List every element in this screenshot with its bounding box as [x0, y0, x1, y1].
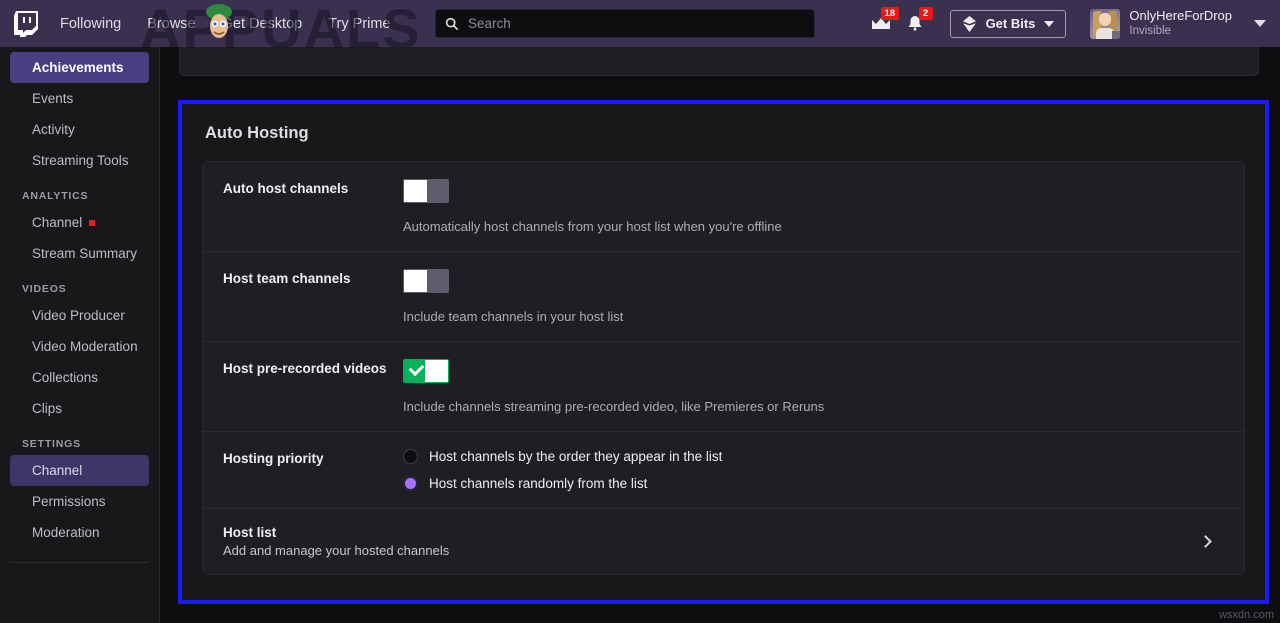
- checkmark-icon: [408, 360, 425, 377]
- user-menu[interactable]: OnlyHereForDrop Invisible: [1090, 8, 1232, 39]
- sidebar-item-label: Moderation: [32, 525, 100, 540]
- auto-hosting-settings-card: Auto host channels Automatically host ch…: [202, 161, 1245, 575]
- auto-host-channels-toggle[interactable]: [403, 179, 449, 203]
- sidebar-item-label: Channel: [32, 463, 83, 478]
- sidebar-item-analytics-channel[interactable]: Channel: [10, 207, 149, 238]
- avatar: [1090, 8, 1121, 39]
- toggle-knob: [404, 270, 427, 292]
- top-navigation-bar: Following Browse Get Desktop Try Prime •…: [0, 0, 1280, 60]
- setting-label: Host team channels: [223, 271, 351, 286]
- bits-diamond-icon: [962, 15, 976, 32]
- radio-button-selected-icon: [403, 476, 418, 491]
- setting-row-auto-host-channels: Auto host channels Automatically host ch…: [203, 162, 1244, 252]
- watermark-bottom-right: wsxdn.com: [1218, 609, 1274, 621]
- sidebar-item-stream-summary[interactable]: Stream Summary: [10, 238, 149, 269]
- sidebar-item-events[interactable]: Events: [10, 83, 149, 114]
- setting-row-host-pre-recorded-videos: Host pre-recorded videos Include channel…: [203, 342, 1244, 432]
- sidebar-item-permissions[interactable]: Permissions: [10, 486, 149, 517]
- setting-description: Automatically host channels from your ho…: [403, 219, 782, 234]
- radio-option-random[interactable]: Host channels randomly from the list: [403, 476, 1224, 491]
- radio-button-icon: [403, 449, 418, 464]
- sidebar-item-moderation[interactable]: Moderation: [10, 517, 149, 548]
- sidebar-item-activity[interactable]: Activity: [10, 114, 149, 145]
- user-status-label: Invisible: [1129, 25, 1171, 38]
- host-pre-recorded-videos-toggle[interactable]: [403, 359, 449, 383]
- sidebar-item-label: Stream Summary: [32, 246, 138, 261]
- sidebar-item-clips[interactable]: Clips: [10, 393, 149, 424]
- sidebar-item-video-moderation[interactable]: Video Moderation: [10, 331, 149, 362]
- setting-label: Host pre-recorded videos: [223, 361, 387, 376]
- new-indicator-dot-icon: [89, 219, 96, 226]
- sidebar-item-video-producer[interactable]: Video Producer: [10, 300, 149, 331]
- prime-loot-button[interactable]: 18: [864, 6, 899, 41]
- setting-description: Include channels streaming pre-recorded …: [403, 399, 825, 414]
- setting-row-host-team-channels: Host team channels Include team channels…: [203, 252, 1244, 342]
- status-indicator: [1112, 30, 1121, 39]
- primary-nav: Following Browse Get Desktop Try Prime •…: [60, 14, 463, 33]
- sidebar-heading-settings: SETTINGS: [22, 438, 81, 450]
- setting-label: Hosting priority: [223, 451, 324, 466]
- host-team-channels-toggle[interactable]: [403, 269, 449, 293]
- main-content: Auto Hosting Auto host channels Automati…: [161, 47, 1280, 623]
- nav-link-try-prime[interactable]: Try Prime: [328, 16, 390, 32]
- previous-section-panel: [179, 47, 1259, 76]
- page-title: Auto Hosting: [205, 124, 309, 142]
- sidebar-item-label: Events: [32, 91, 74, 106]
- chevron-right-icon[interactable]: [1199, 535, 1212, 548]
- notifications-button[interactable]: 2: [898, 6, 933, 41]
- notifications-badge-count: 2: [918, 6, 933, 20]
- sidebar-item-collections[interactable]: Collections: [10, 362, 149, 393]
- toggle-knob: [425, 360, 448, 382]
- search-bar[interactable]: [435, 9, 815, 38]
- sidebar-item-label: Channel: [32, 215, 83, 230]
- auto-hosting-panel: Auto Hosting Auto host channels Automati…: [182, 104, 1265, 600]
- toggle-knob: [404, 180, 427, 202]
- setting-description: Include team channels in your host list: [403, 309, 624, 324]
- sidebar-heading-analytics: ANALYTICS: [22, 190, 89, 202]
- sidebar-item-settings-channel[interactable]: Channel: [10, 455, 149, 486]
- sidebar-item-label: Streaming Tools: [32, 153, 129, 168]
- radio-option-label: Host channels randomly from the list: [429, 476, 648, 491]
- host-list-title: Host list: [223, 525, 277, 540]
- radio-option-ordered[interactable]: Host channels by the order they appear i…: [403, 449, 1224, 464]
- sidebar-heading-videos: VIDEOS: [22, 283, 67, 295]
- twitch-logo-icon[interactable]: [14, 10, 38, 37]
- sidebar-item-label: Achievements: [32, 60, 124, 75]
- sidebar-item-label: Permissions: [32, 494, 106, 509]
- nav-link-browse[interactable]: Browse: [147, 16, 195, 32]
- sidebar-item-streaming-tools[interactable]: Streaming Tools: [10, 145, 149, 176]
- get-bits-button[interactable]: Get Bits: [949, 9, 1067, 38]
- sidebar-item-label: Activity: [32, 122, 75, 137]
- nav-link-get-desktop[interactable]: Get Desktop: [222, 16, 303, 32]
- user-menu-chevron-down-icon[interactable]: [1254, 20, 1266, 27]
- nav-link-following[interactable]: Following: [60, 16, 121, 32]
- search-icon: [445, 17, 459, 30]
- prime-badge-count: 18: [880, 6, 899, 20]
- get-bits-label: Get Bits: [985, 16, 1036, 31]
- sidebar-item-achievements[interactable]: Achievements: [10, 52, 149, 83]
- sidebar-item-label: Clips: [32, 401, 63, 416]
- sidebar-item-label: Video Producer: [32, 308, 125, 323]
- user-display-name: OnlyHereForDrop: [1129, 8, 1232, 24]
- setting-row-hosting-priority: Hosting priority Host channels by the or…: [203, 432, 1244, 509]
- caret-down-icon: [1044, 20, 1055, 27]
- host-list-subtitle: Add and manage your hosted channels: [223, 543, 450, 558]
- host-list-link-row[interactable]: Host list Add and manage your hosted cha…: [203, 509, 1244, 574]
- sidebar-divider: [10, 562, 149, 563]
- sidebar-item-label: Collections: [32, 370, 99, 385]
- search-input[interactable]: [468, 16, 768, 31]
- setting-label: Auto host channels: [223, 181, 349, 196]
- left-sidebar: Achievements Events Activity Streaming T…: [0, 47, 160, 623]
- header-right-controls: 18 2 Get Bits OnlyHereForDrop Invisible: [864, 0, 1280, 47]
- radio-option-label: Host channels by the order they appear i…: [429, 449, 723, 464]
- annotation-highlight-box: Auto Hosting Auto host channels Automati…: [178, 100, 1269, 604]
- sidebar-item-label: Video Moderation: [32, 339, 138, 354]
